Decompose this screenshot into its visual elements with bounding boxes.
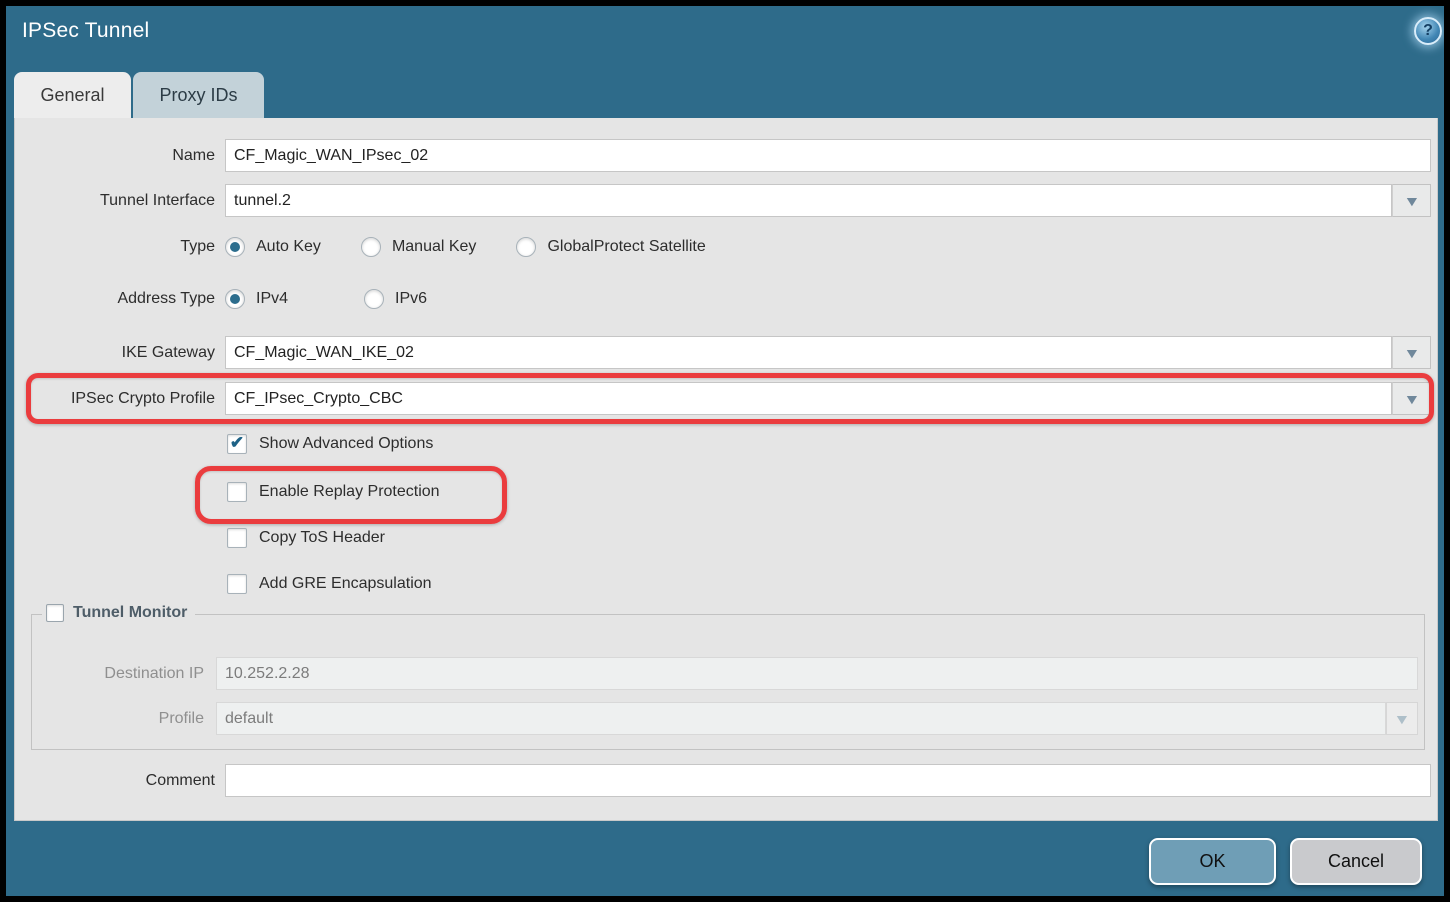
type-label: Type xyxy=(15,238,215,256)
address-type-row: Address Type IPv4 IPv6 xyxy=(15,289,1437,309)
tab-general[interactable]: General xyxy=(14,72,131,118)
chevron-down-icon: ▼ xyxy=(1393,712,1410,726)
profile-row: Profile ▼ xyxy=(32,702,1424,735)
profile-label: Profile xyxy=(32,710,204,728)
tunnel-monitor-legend: Tunnel Monitor xyxy=(42,604,195,622)
ipsec-crypto-profile-label: IPSec Crypto Profile xyxy=(15,390,215,408)
type-option-manual-key: Manual Key xyxy=(361,237,477,257)
type-option-auto-key: Auto Key xyxy=(225,237,321,257)
ipv6-label: IPv6 xyxy=(395,290,427,308)
copy-tos-header-checkbox[interactable] xyxy=(227,528,247,548)
ike-gateway-row: IKE Gateway ▼ xyxy=(15,336,1437,369)
tunnel-monitor-label: Tunnel Monitor xyxy=(73,604,187,622)
add-gre-encapsulation-label: Add GRE Encapsulation xyxy=(259,575,432,593)
ok-button-label: OK xyxy=(1199,851,1225,872)
address-type-option-ipv6: IPv6 xyxy=(364,289,427,309)
enable-replay-protection-checkbox[interactable] xyxy=(227,482,247,502)
tunnel-interface-dropdown-button[interactable]: ▼ xyxy=(1392,184,1431,217)
show-advanced-options-label: Show Advanced Options xyxy=(259,435,433,453)
profile-dropdown-button: ▼ xyxy=(1386,702,1418,735)
show-advanced-options-row: ✔ Show Advanced Options xyxy=(227,434,433,454)
type-row: Type Auto Key Manual Key GlobalProtect S… xyxy=(15,237,1437,257)
chevron-down-icon: ▼ xyxy=(1403,392,1420,406)
destination-ip-input xyxy=(216,657,1418,690)
manual-key-radio[interactable] xyxy=(361,237,381,257)
profile-input xyxy=(216,702,1386,735)
manual-key-label: Manual Key xyxy=(392,238,477,256)
ipsec-crypto-profile-input[interactable] xyxy=(225,382,1392,415)
ipv6-radio[interactable] xyxy=(364,289,384,309)
address-type-label: Address Type xyxy=(15,290,215,308)
ok-button[interactable]: OK xyxy=(1149,838,1276,885)
comment-input[interactable] xyxy=(225,764,1431,797)
enable-replay-protection-row: Enable Replay Protection xyxy=(227,482,440,502)
ike-gateway-label: IKE Gateway xyxy=(15,344,215,362)
address-type-option-ipv4: IPv4 xyxy=(225,289,288,309)
copy-tos-header-row: Copy ToS Header xyxy=(227,528,385,548)
copy-tos-header-label: Copy ToS Header xyxy=(259,529,385,547)
auto-key-radio[interactable] xyxy=(225,237,245,257)
destination-ip-row: Destination IP xyxy=(32,657,1424,690)
name-input[interactable] xyxy=(225,139,1431,172)
cancel-button-label: Cancel xyxy=(1328,851,1384,872)
tunnel-interface-input[interactable] xyxy=(225,184,1392,217)
ike-gateway-dropdown-button[interactable]: ▼ xyxy=(1392,336,1431,369)
tab-proxy-ids-label: Proxy IDs xyxy=(159,85,237,106)
show-advanced-options-checkbox[interactable]: ✔ xyxy=(227,434,247,454)
ipsec-crypto-profile-dropdown-button[interactable]: ▼ xyxy=(1392,382,1431,415)
tab-general-label: General xyxy=(40,85,104,106)
comment-label: Comment xyxy=(15,772,215,790)
general-tab-panel: Name Tunnel Interface ▼ Type Auto Key Ma… xyxy=(14,118,1438,821)
add-gre-encapsulation-row: Add GRE Encapsulation xyxy=(227,574,432,594)
tunnel-monitor-fieldset: Tunnel Monitor Destination IP Profile ▼ xyxy=(31,614,1425,750)
ipsec-crypto-profile-row: IPSec Crypto Profile ▼ xyxy=(15,382,1437,415)
ipv4-radio[interactable] xyxy=(225,289,245,309)
destination-ip-label: Destination IP xyxy=(32,665,204,683)
type-option-globalprotect-satellite: GlobalProtect Satellite xyxy=(516,237,705,257)
ike-gateway-input[interactable] xyxy=(225,336,1392,369)
ipsec-tunnel-dialog: IPSec Tunnel ? General Proxy IDs Name Tu… xyxy=(0,0,1450,902)
chevron-down-icon: ▼ xyxy=(1403,194,1420,208)
name-row: Name xyxy=(15,139,1437,172)
checkmark-icon: ✔ xyxy=(230,434,244,451)
help-icon[interactable]: ? xyxy=(1414,17,1442,45)
tab-proxy-ids[interactable]: Proxy IDs xyxy=(133,72,264,118)
ipv4-label: IPv4 xyxy=(256,290,288,308)
globalprotect-satellite-radio[interactable] xyxy=(516,237,536,257)
enable-replay-protection-label: Enable Replay Protection xyxy=(259,483,440,501)
add-gre-encapsulation-checkbox[interactable] xyxy=(227,574,247,594)
tunnel-interface-label: Tunnel Interface xyxy=(15,192,215,210)
tunnel-monitor-checkbox[interactable] xyxy=(46,604,64,622)
chevron-down-icon: ▼ xyxy=(1403,346,1420,360)
cancel-button[interactable]: Cancel xyxy=(1290,838,1422,885)
auto-key-label: Auto Key xyxy=(256,238,321,256)
name-label: Name xyxy=(15,147,215,165)
tunnel-interface-row: Tunnel Interface ▼ xyxy=(15,184,1437,217)
globalprotect-satellite-label: GlobalProtect Satellite xyxy=(547,238,705,256)
dialog-title: IPSec Tunnel xyxy=(22,19,149,43)
question-mark-glyph: ? xyxy=(1423,22,1433,40)
comment-row: Comment xyxy=(15,764,1437,797)
